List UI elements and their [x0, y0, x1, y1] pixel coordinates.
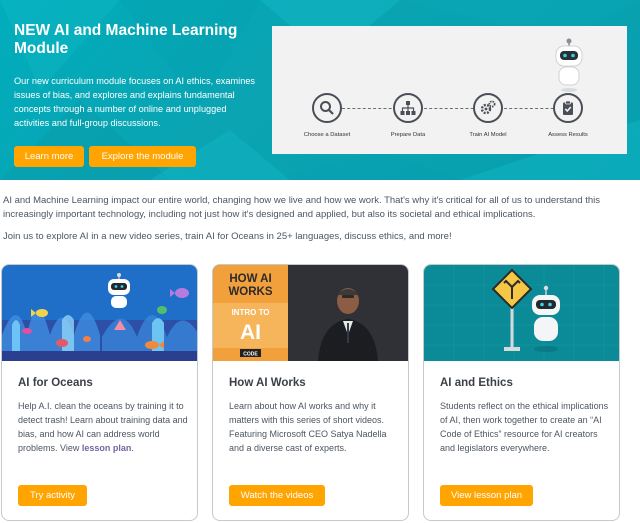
lesson-plan-link[interactable]: lesson plan — [82, 443, 132, 453]
card-ai-for-oceans: AI for Oceans Help A.I. clean the oceans… — [1, 264, 198, 521]
card-title: How AI Works — [229, 377, 306, 389]
view-lesson-plan-button[interactable]: View lesson plan — [440, 485, 533, 506]
thumbnail-title-line2: WORKS — [228, 286, 272, 298]
thumbnail-ai-text: AI — [240, 321, 261, 344]
card-description: Help A.I. clean the oceans by training i… — [18, 401, 188, 453]
card-description: Learn about how AI works and why it matt… — [229, 401, 387, 453]
step-label: Train AI Model — [469, 132, 507, 138]
card-title: AI for Oceans — [18, 377, 93, 389]
code-org-logo: CODE — [243, 352, 258, 358]
step-prepare — [393, 93, 423, 123]
learn-more-button[interactable]: Learn more — [14, 146, 84, 167]
card-description: Students reflect on the ethical implicat… — [440, 401, 609, 453]
step-train — [473, 93, 503, 123]
card-how-ai-works: HOW AI WORKS INTRO TO AI CODE How AI Wor… — [212, 264, 409, 521]
hero-description: Our new curriculum module focuses on AI … — [14, 76, 256, 128]
step-label: Prepare Data — [390, 132, 426, 138]
thumbnail-title-line1: HOW AI — [229, 273, 271, 285]
ethics-illustration — [424, 265, 619, 361]
step-label: Choose a Dataset — [303, 132, 351, 138]
hero-banner: NEW AI and Machine Learning Module Our n… — [0, 0, 640, 180]
intro-paragraph: AI and Machine Learning impact our entir… — [3, 195, 600, 220]
thumbnail-subtitle: INTRO TO — [231, 308, 269, 317]
hierarchy-icon — [400, 101, 416, 115]
oceans-illustration — [2, 265, 197, 361]
ml-process-diagram: Choose a Dataset Prepare Data Train AI M… — [272, 26, 627, 154]
robot-icon — [555, 38, 583, 92]
step-label: Assess Results — [548, 132, 588, 138]
search-icon — [320, 101, 334, 115]
video-thumbnail[interactable]: HOW AI WORKS INTRO TO AI CODE — [213, 265, 408, 361]
card-ai-and-ethics: AI and Ethics Students reflect on the et… — [423, 264, 620, 521]
gears-icon — [480, 100, 496, 115]
card-title: AI and Ethics — [440, 377, 513, 389]
hero-title: NEW AI and Machine Learning Module — [14, 22, 238, 57]
step-assess — [553, 93, 583, 123]
clipboard-check-icon — [563, 100, 573, 115]
intro-paragraph-2: Join us to explore AI in a new video ser… — [3, 231, 452, 242]
step-search — [312, 93, 342, 123]
watch-videos-button[interactable]: Watch the videos — [229, 485, 325, 506]
explore-module-button[interactable]: Explore the module — [89, 146, 196, 167]
try-activity-button[interactable]: Try activity — [18, 485, 87, 506]
